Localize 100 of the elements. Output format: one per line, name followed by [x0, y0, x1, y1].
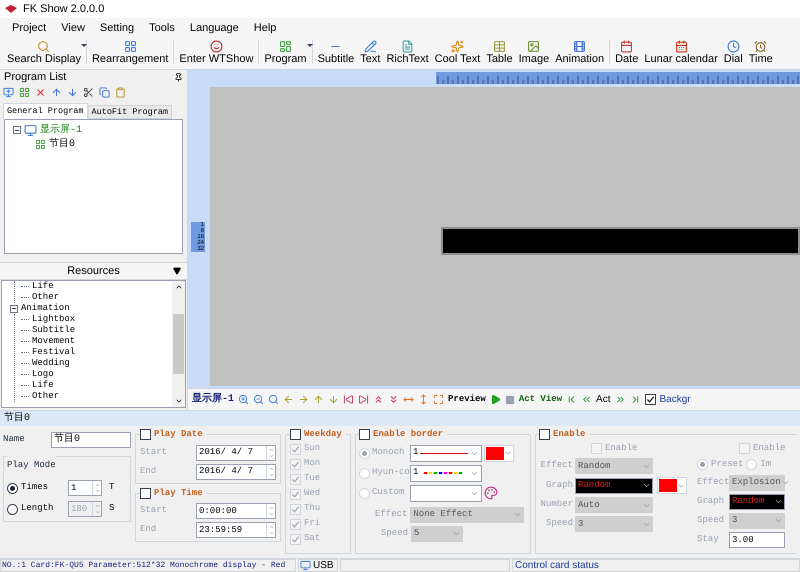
last-icon[interactable] — [630, 394, 640, 405]
checkbox[interactable] — [539, 429, 550, 440]
monitor-icon[interactable] — [3, 87, 14, 98]
checkbox[interactable] — [644, 394, 656, 405]
act-view-button[interactable]: Act View — [518, 392, 562, 406]
zoom-out-icon[interactable] — [253, 394, 264, 405]
chevron-down-icon[interactable] — [174, 397, 182, 405]
dropdown[interactable]: 3 — [729, 512, 785, 528]
led-screen[interactable] — [441, 227, 800, 255]
line-style-dropdown[interactable]: 1 — [410, 464, 482, 482]
tree-item[interactable]: 节目0 — [49, 136, 76, 152]
tree-item[interactable]: Life — [32, 281, 54, 294]
toolbar-button[interactable]: Enter WTShow — [176, 40, 256, 66]
menu-item[interactable]: View — [61, 20, 85, 36]
name-field[interactable]: 节目0 — [51, 432, 131, 448]
grid-icon[interactable] — [19, 87, 30, 98]
dropdown-triangle-icon[interactable] — [172, 267, 182, 275]
arrow-left-icon[interactable] — [283, 394, 294, 405]
menu-item[interactable]: Project — [12, 20, 46, 36]
toolbar-button[interactable]: Image — [516, 40, 552, 66]
close-icon[interactable] — [35, 87, 46, 98]
menu-item[interactable]: Help — [254, 20, 276, 36]
radio-button[interactable] — [7, 482, 18, 494]
line-style-dropdown[interactable] — [410, 484, 482, 502]
tree-item[interactable]: Movement — [32, 334, 76, 348]
screen-tab[interactable]: 显示屏-1 — [192, 392, 234, 407]
spinner-arrows-icon[interactable] — [266, 464, 275, 478]
skip-back-icon[interactable] — [343, 394, 354, 405]
tree-item[interactable]: Wedding — [32, 356, 70, 370]
collapse-box-icon[interactable] — [13, 126, 21, 134]
play-icon[interactable] — [490, 394, 501, 405]
checkbox[interactable] — [359, 429, 370, 440]
toolbar-button[interactable]: Animation — [552, 40, 608, 66]
arrow-up-icon[interactable] — [313, 394, 324, 405]
clipboard-icon[interactable] — [115, 87, 126, 98]
toolbar-button[interactable]: Table — [483, 40, 516, 66]
toolbar-button[interactable]: Date — [612, 40, 642, 66]
tree-item[interactable]: Subtitle — [32, 324, 76, 338]
tree-item[interactable]: Other — [32, 290, 60, 304]
spinner-arrows-icon[interactable] — [266, 504, 275, 518]
scrollbar-thumb[interactable] — [173, 314, 184, 374]
stop-icon[interactable] — [504, 394, 515, 404]
stay-field[interactable]: 3.00 — [729, 532, 785, 548]
rewind-icon[interactable] — [581, 394, 592, 405]
arrow-up-icon[interactable] — [51, 87, 62, 98]
tree-item[interactable]: Festival — [32, 346, 76, 360]
pin-icon[interactable] — [174, 72, 183, 82]
arrow-down-icon[interactable] — [328, 394, 340, 405]
chevrons-down-icon[interactable] — [388, 394, 400, 405]
color-picker[interactable] — [484, 444, 514, 462]
tree-item[interactable]: 显示屏-1 — [40, 122, 82, 138]
dropdown[interactable]: Random — [575, 458, 653, 474]
tab[interactable]: General Program — [3, 103, 88, 119]
tree-item[interactable]: Other — [32, 390, 60, 404]
toolbar-button[interactable]: Dial — [720, 40, 746, 66]
fast-forward-icon[interactable] — [614, 394, 626, 405]
horizontal-arrows-icon[interactable] — [403, 394, 414, 405]
dropdown[interactable]: Auto — [575, 497, 653, 513]
toolbar-button[interactable]: RichText — [383, 40, 432, 66]
checkbox[interactable] — [140, 429, 151, 440]
spin-field[interactable]: 2016/ 4/ 7 — [196, 444, 276, 460]
toolbar-button[interactable]: Time — [746, 40, 776, 66]
palette-icon[interactable] — [484, 486, 498, 500]
checkbox[interactable] — [290, 429, 301, 440]
zoom-in-icon[interactable] — [238, 394, 250, 405]
color-picker[interactable] — [657, 477, 687, 494]
skip-forward-icon[interactable] — [358, 394, 370, 405]
maximize-icon[interactable] — [433, 394, 444, 405]
menu-item[interactable]: Tools — [149, 20, 175, 36]
collapse-box-icon[interactable] — [10, 304, 18, 312]
menu-item[interactable]: Setting — [100, 20, 134, 36]
scrollbar[interactable] — [172, 281, 185, 407]
chevrons-up-icon[interactable] — [373, 394, 384, 405]
spin-field[interactable]: 1 — [68, 480, 102, 496]
tree-item[interactable]: Logo — [32, 368, 54, 382]
search-icon[interactable] — [268, 394, 280, 405]
menu-item[interactable]: Language — [190, 20, 239, 36]
toolbar-button[interactable]: Text — [357, 40, 384, 66]
dropdown[interactable]: Random — [575, 478, 653, 494]
spin-field[interactable]: 0:00:00 — [196, 503, 276, 519]
dropdown[interactable]: None Effect — [410, 506, 524, 522]
tree-item[interactable]: Life — [32, 378, 54, 392]
spinner-arrows-icon[interactable] — [266, 446, 275, 460]
spinner-arrows-icon[interactable] — [266, 523, 275, 537]
arrow-down-icon[interactable] — [67, 87, 78, 98]
line-style-dropdown[interactable]: 1 — [410, 444, 482, 462]
toolbar-button[interactable]: Cool Text — [432, 40, 484, 66]
copy-icon[interactable] — [99, 87, 110, 98]
checkbox[interactable] — [140, 488, 151, 499]
tree-item[interactable]: Lightbox — [32, 312, 76, 326]
toolbar-button[interactable]: Lunar calendar — [641, 40, 721, 66]
first-icon[interactable] — [566, 394, 578, 405]
chevron-up-icon[interactable] — [174, 283, 182, 291]
spinner-arrows-icon[interactable] — [92, 481, 101, 495]
scissors-icon[interactable] — [83, 87, 94, 98]
spin-field[interactable]: 23:59:59 — [196, 522, 276, 538]
dropdown[interactable]: 5 — [411, 526, 464, 542]
tree-item[interactable]: Animation — [21, 302, 70, 316]
tab[interactable]: AutoFit Program — [88, 105, 172, 119]
dropdown[interactable]: Random — [729, 494, 785, 510]
